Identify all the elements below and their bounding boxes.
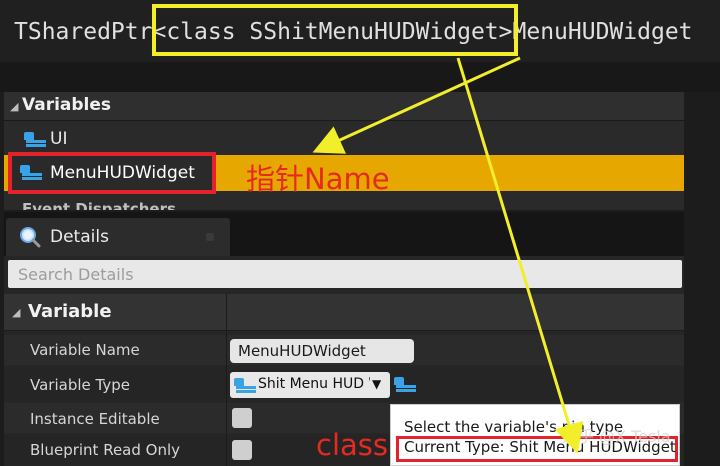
magnifier-icon xyxy=(20,227,41,248)
variable-item-menuhudwidget[interactable]: MenuHUDWidget xyxy=(50,163,195,183)
blueprint-read-only-checkbox[interactable] xyxy=(232,440,252,460)
column-divider[interactable] xyxy=(226,294,227,466)
collapse-triangle-icon[interactable]: ◢ xyxy=(10,100,18,113)
chevron-down-icon[interactable]: ▼ xyxy=(372,377,381,391)
event-dispatchers-category[interactable]: Event Dispatchers xyxy=(22,198,176,210)
pointer-name-annotation: 指针Name xyxy=(246,162,390,196)
variable-icon xyxy=(20,163,44,181)
details-tab-label: Details xyxy=(50,227,109,247)
variable-name-label: Variable Name xyxy=(30,341,140,359)
variable-name-field[interactable] xyxy=(230,339,414,363)
blueprint-read-only-label: Blueprint Read Only xyxy=(30,441,181,459)
tab-close-icon[interactable] xyxy=(206,233,214,241)
variable-type-label: Variable Type xyxy=(30,376,130,394)
variable-icon xyxy=(24,130,48,148)
variable-item-ui[interactable]: UI xyxy=(50,129,67,149)
variable-type-pin-icon xyxy=(234,376,258,394)
search-details-input[interactable] xyxy=(8,260,682,288)
class-annotation: class xyxy=(316,428,388,462)
instance-editable-label: Instance Editable xyxy=(30,410,160,428)
variable-type-value: Shit Menu HUD Widget xyxy=(258,376,370,392)
instance-editable-checkbox[interactable] xyxy=(232,408,252,428)
variable-section-title: Variable xyxy=(28,301,112,322)
collapse-triangle-icon[interactable]: ◢ xyxy=(12,306,20,319)
class-type-highlight xyxy=(152,4,518,56)
panel-gap xyxy=(0,62,720,92)
watermark: 知乎 @X Tesla xyxy=(562,427,671,446)
container-type-icon[interactable] xyxy=(394,375,418,393)
variables-category-title: Variables xyxy=(22,95,112,115)
